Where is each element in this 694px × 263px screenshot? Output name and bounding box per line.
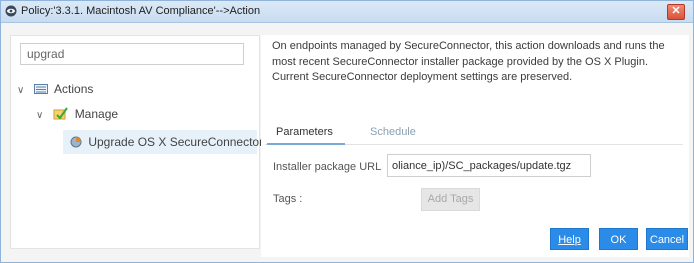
installer-url-input[interactable] [387,154,591,177]
description-line: On endpoints managed by SecureConnector,… [272,40,665,52]
tree-item-upgrade-label: Upgrade OS X SecureConnector [88,135,264,149]
tree-item-actions-label: Actions [54,82,94,96]
tags-label: Tags : [273,193,303,205]
app-eye-icon [5,5,17,17]
list-icon [34,84,49,94]
chevron-down-icon[interactable]: ∨ [36,106,48,126]
tree-item-manage[interactable]: ∨ Manage [36,104,118,124]
left-panel: ∨ Actions ∨ Manage Upgrade OS X Sec [10,35,263,249]
active-tab-indicator [267,143,345,145]
description-line: most recent SecureConnector installer pa… [272,55,649,68]
tab-schedule[interactable]: Schedule [370,123,416,141]
help-button-label: Help [558,234,581,246]
add-tags-button[interactable]: Add Tags [421,188,480,211]
window-title: Policy:'3.3.1. Macintosh AV Compliance'-… [21,5,261,17]
title-bar[interactable]: Policy:'3.3.1. Macintosh AV Compliance'-… [1,1,693,23]
installer-url-label: Installer package URL [273,161,382,173]
tab-parameters[interactable]: Parameters [276,123,333,141]
right-panel: On endpoints managed by SecureConnector,… [261,35,689,257]
description-line: Current SecureConnector deployment setti… [272,71,573,83]
policy-action-dialog: Policy:'3.3.1. Macintosh AV Compliance'-… [0,0,694,263]
tree-item-manage-label: Manage [74,107,119,121]
cancel-button[interactable]: Cancel [646,228,688,250]
securconnector-icon [70,136,82,148]
manage-icon [53,107,69,120]
tree-item-upgrade[interactable]: Upgrade OS X SecureConnector [70,132,263,152]
ok-button[interactable]: OK [599,228,638,250]
tree-item-actions[interactable]: ∨ Actions [17,79,93,99]
action-description: On endpoints managed by SecureConnector,… [272,39,687,86]
help-button[interactable]: Help [550,228,589,250]
chevron-down-icon[interactable]: ∨ [17,81,29,101]
close-button[interactable]: ✕ [667,4,685,20]
search-input[interactable] [20,43,244,65]
